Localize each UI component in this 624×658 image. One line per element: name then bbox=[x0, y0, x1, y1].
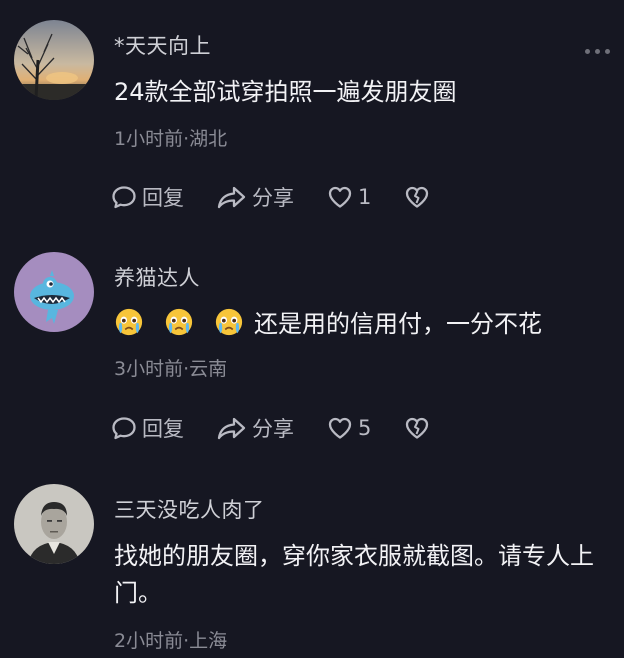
broken-heart-icon bbox=[406, 417, 429, 439]
username[interactable]: *天天向上 bbox=[114, 30, 211, 60]
username[interactable]: 养猫达人 bbox=[114, 262, 200, 292]
comment-1: *天天向上 24款全部试穿拍照一遍发朋友圈 1小时前·湖北 回复 分享 1 bbox=[0, 0, 624, 240]
like-count: 1 bbox=[358, 185, 372, 209]
comment-text: 24款全部试穿拍照一遍发朋友圈 bbox=[114, 78, 457, 106]
share-button[interactable]: 分享 bbox=[216, 182, 294, 212]
crying-face-emoji-icon bbox=[215, 308, 243, 336]
like-button[interactable]: 5 bbox=[326, 414, 371, 442]
avatar[interactable] bbox=[14, 484, 94, 564]
dislike-button[interactable] bbox=[403, 183, 431, 211]
more-options-icon[interactable] bbox=[585, 49, 610, 54]
reply-button[interactable]: 回复 bbox=[110, 413, 184, 443]
heart-icon bbox=[328, 186, 352, 208]
avatar[interactable] bbox=[14, 20, 94, 100]
broken-heart-icon bbox=[406, 186, 429, 208]
share-icon bbox=[217, 186, 246, 209]
comment-text: 找她的朋友圈，穿你家衣服就截图。请专人上门。 bbox=[114, 542, 594, 607]
comment-text: 还是用的信用付，一分不花 bbox=[254, 310, 542, 338]
reply-icon bbox=[112, 417, 136, 440]
comment-actions: 回复 分享 1 bbox=[110, 182, 463, 212]
reply-icon bbox=[112, 186, 136, 209]
comment-meta: 3小时前·云南 bbox=[114, 358, 228, 380]
share-button[interactable]: 分享 bbox=[216, 413, 294, 443]
reply-button[interactable]: 回复 bbox=[110, 182, 184, 212]
like-button[interactable]: 1 bbox=[326, 183, 371, 211]
like-count: 5 bbox=[358, 416, 372, 440]
comment-actions: 回复 分享 5 bbox=[110, 413, 463, 443]
username[interactable]: 三天没吃人肉了 bbox=[114, 494, 265, 524]
comment-3: 三天没吃人肉了 找她的朋友圈，穿你家衣服就截图。请专人上门。 2小时前·上海 bbox=[0, 470, 624, 658]
comment-meta: 1小时前·湖北 bbox=[114, 128, 228, 150]
crying-face-emoji-icon bbox=[115, 308, 143, 336]
emoji-group bbox=[114, 308, 254, 338]
share-icon bbox=[217, 417, 246, 440]
comment-meta: 2小时前·上海 bbox=[114, 630, 228, 652]
heart-icon bbox=[328, 417, 352, 439]
crying-face-emoji-icon bbox=[165, 308, 193, 336]
avatar[interactable] bbox=[14, 252, 94, 332]
comment-content: 还是用的信用付，一分不花 bbox=[114, 306, 606, 343]
comment-2: 养猫达人 还是用的信用付，一分不花 3小时前·云南 回复 分享 5 bbox=[0, 240, 624, 470]
dislike-button[interactable] bbox=[403, 414, 431, 442]
